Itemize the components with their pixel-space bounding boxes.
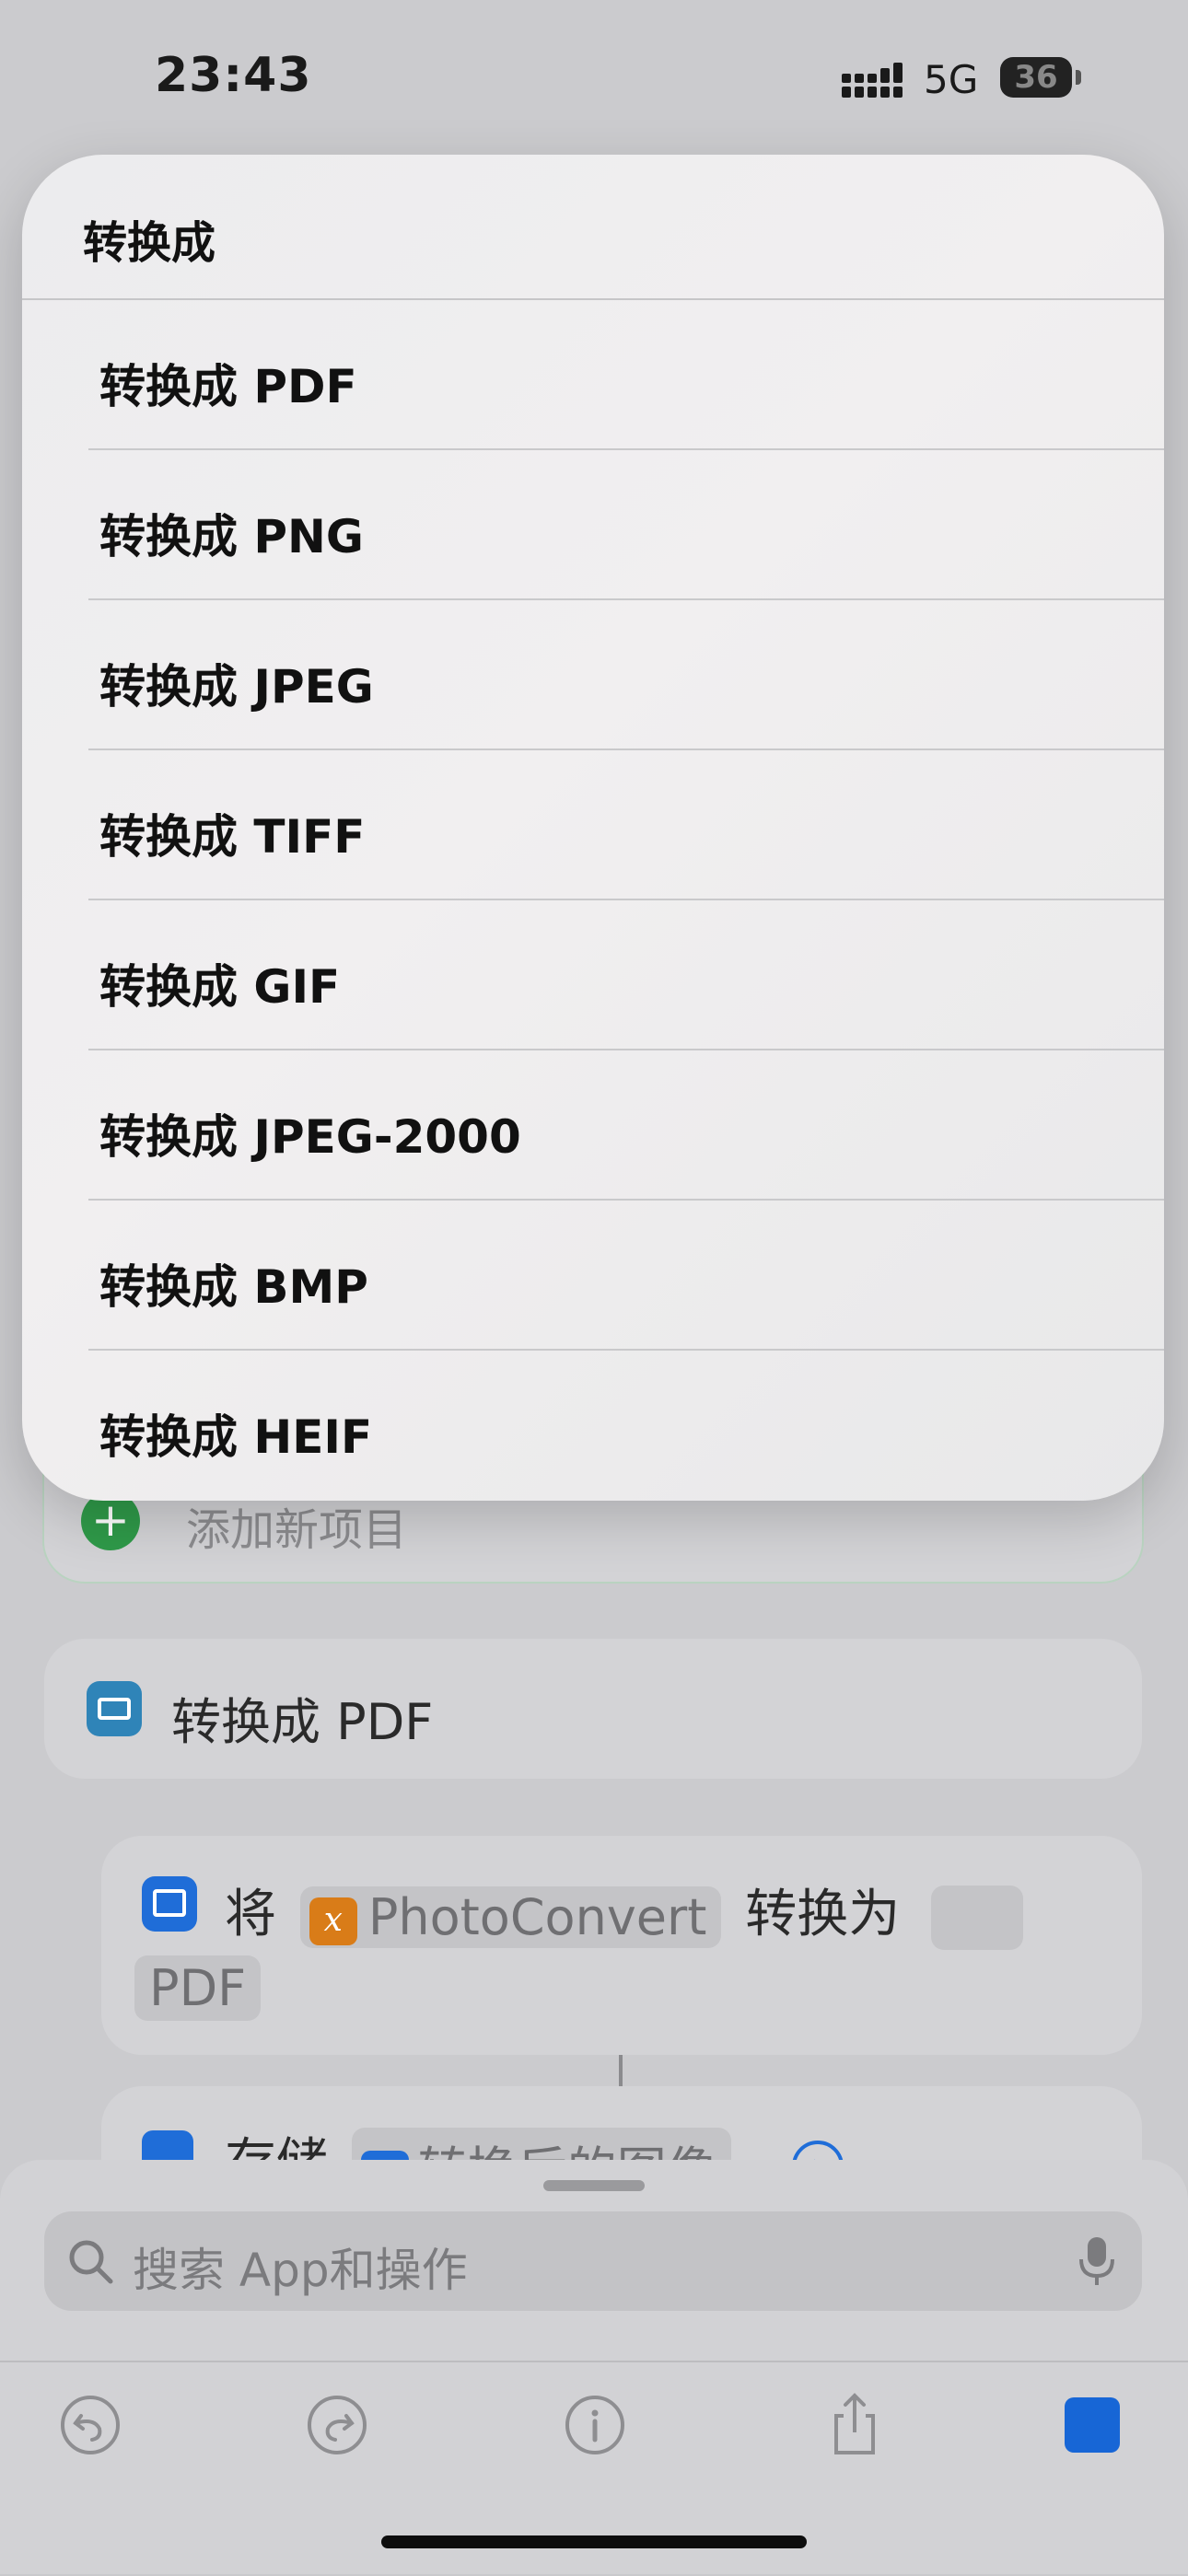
menu-item-heif[interactable]: 转换成 HEIF bbox=[22, 1351, 1164, 1501]
convert-format-menu: 转换成 转换成 PDF 转换成 PNG 转换成 JPEG 转换成 TIFF 转换… bbox=[22, 155, 1164, 1501]
menu-item-gif[interactable]: 转换成 GIF bbox=[22, 900, 1164, 1050]
format-token[interactable]: PDF bbox=[134, 1955, 262, 2021]
menu-item-png[interactable]: 转换成 PNG bbox=[22, 450, 1164, 600]
info-icon[interactable] bbox=[558, 2388, 632, 2462]
signal-icon bbox=[842, 63, 903, 98]
menu-item-jpeg-2000[interactable]: 转换成 JPEG-2000 bbox=[22, 1050, 1164, 1201]
add-item-label: 添加新项目 bbox=[186, 1504, 408, 1556]
actions-sheet: 搜索 App和操作 bbox=[0, 2160, 1188, 2574]
menu-title: 转换成 bbox=[83, 217, 216, 269]
variable-icon: x bbox=[309, 1897, 357, 1945]
search-placeholder: 搜索 App和操作 bbox=[133, 2244, 468, 2297]
param-prefix: 将 bbox=[225, 1885, 276, 1944]
menu-item-label: 转换成 PNG bbox=[99, 510, 364, 563]
image-icon bbox=[142, 1876, 197, 1932]
battery-icon: 36 bbox=[1000, 57, 1072, 98]
menu-item-label: 转换成 JPEG-2000 bbox=[99, 1110, 521, 1164]
connector-line bbox=[619, 2055, 623, 2088]
microphone-icon[interactable] bbox=[1077, 2235, 1116, 2287]
battery-tip bbox=[1076, 70, 1081, 85]
network-type: 5G bbox=[924, 57, 979, 102]
status-bar: 23:43 5G 36 bbox=[0, 0, 1188, 157]
menu-item-label: 转换成 BMP bbox=[99, 1260, 368, 1314]
action-header-convert-pdf[interactable]: 转换成 PDF bbox=[44, 1639, 1142, 1779]
menu-item-bmp[interactable]: 转换成 BMP bbox=[22, 1201, 1164, 1351]
menu-item-jpeg[interactable]: 转换成 JPEG bbox=[22, 600, 1164, 750]
convert-sentence: 将 x PhotoConvert 转换为 bbox=[225, 1873, 1023, 1950]
document-icon bbox=[87, 1681, 142, 1736]
param-middle: 转换为 bbox=[745, 1885, 901, 1944]
variable-token[interactable]: x PhotoConvert bbox=[299, 1886, 722, 1949]
menu-item-label: 转换成 PDF bbox=[99, 360, 357, 413]
action-title: 转换成 PDF bbox=[171, 1693, 434, 1751]
format-token-blur bbox=[931, 1885, 1023, 1950]
variable-name: PhotoConvert bbox=[367, 1888, 707, 1947]
menu-item-label: 转换成 GIF bbox=[99, 960, 341, 1014]
search-input[interactable]: 搜索 App和操作 bbox=[44, 2211, 1142, 2311]
undo-icon[interactable] bbox=[53, 2388, 127, 2462]
menu-list: 转换成 PDF 转换成 PNG 转换成 JPEG 转换成 TIFF 转换成 GI… bbox=[22, 300, 1164, 1501]
menu-item-pdf[interactable]: 转换成 PDF bbox=[22, 300, 1164, 450]
redo-icon[interactable] bbox=[300, 2388, 374, 2462]
stop-button[interactable] bbox=[1065, 2397, 1120, 2453]
search-icon bbox=[69, 2240, 113, 2284]
home-indicator bbox=[381, 2535, 807, 2548]
menu-item-label: 转换成 HEIF bbox=[99, 1410, 373, 1464]
convert-action-block: 将 x PhotoConvert 转换为 PDF bbox=[101, 1836, 1142, 2055]
menu-item-label: 转换成 TIFF bbox=[99, 810, 366, 864]
sheet-grabber[interactable] bbox=[543, 2180, 645, 2191]
menu-item-label: 转换成 JPEG bbox=[99, 660, 374, 714]
status-time: 23:43 bbox=[155, 48, 312, 103]
share-icon[interactable] bbox=[818, 2388, 891, 2462]
menu-item-tiff[interactable]: 转换成 TIFF bbox=[22, 750, 1164, 900]
